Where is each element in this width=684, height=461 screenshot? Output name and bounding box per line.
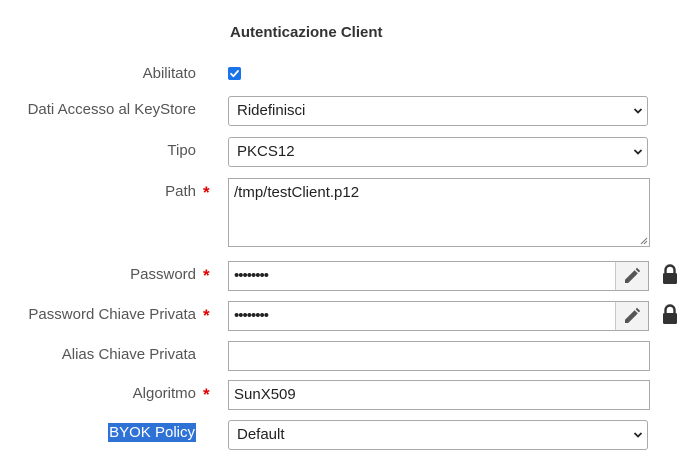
password-required-mark: * <box>203 266 210 285</box>
dati-accesso-select[interactable]: Ridefinisci <box>228 96 648 126</box>
password-chiave-input[interactable]: •••••••• <box>228 301 616 331</box>
resize-grip-icon[interactable] <box>639 236 648 245</box>
section-title: Autenticazione Client <box>230 24 383 41</box>
byok-select[interactable]: Default <box>228 420 648 450</box>
lock-icon[interactable] <box>661 264 679 286</box>
algoritmo-value: SunX509 <box>234 386 296 403</box>
chevron-down-icon <box>633 432 643 438</box>
byok-value: Default <box>237 426 285 443</box>
password-chiave-required-mark: * <box>203 306 210 325</box>
password-chiave-label: Password Chiave Privata <box>28 306 196 323</box>
lock-icon[interactable] <box>661 304 679 326</box>
path-label: Path <box>165 183 196 200</box>
abilitato-checkbox[interactable] <box>228 67 241 80</box>
dati-accesso-label: Dati Accesso al KeyStore <box>27 101 196 118</box>
password-input[interactable]: •••••••• <box>228 261 616 291</box>
algoritmo-input[interactable]: SunX509 <box>228 380 650 410</box>
password-edit-button[interactable] <box>615 261 649 291</box>
algoritmo-required-mark: * <box>203 385 210 404</box>
pencil-icon <box>625 267 641 283</box>
chevron-down-icon <box>633 108 643 114</box>
byok-label: BYOK Policy <box>108 423 196 442</box>
tipo-select[interactable]: PKCS12 <box>228 137 648 167</box>
path-required-mark: * <box>203 183 210 202</box>
password-value: •••••••• <box>234 267 269 284</box>
password-chiave-value: •••••••• <box>234 307 269 324</box>
path-textarea[interactable]: /tmp/testClient.p12 <box>228 178 650 247</box>
abilitato-label: Abilitato <box>142 65 196 82</box>
pencil-icon <box>625 307 641 323</box>
dati-accesso-value: Ridefinisci <box>237 102 306 119</box>
chevron-down-icon <box>633 149 643 155</box>
byok-label-selected-text: BYOK Policy <box>108 423 196 442</box>
tipo-label: Tipo <box>167 142 196 159</box>
path-value: /tmp/testClient.p12 <box>234 184 360 201</box>
alias-input[interactable] <box>228 341 650 371</box>
password-chiave-edit-button[interactable] <box>615 301 649 331</box>
alias-label: Alias Chiave Privata <box>61 346 196 363</box>
password-label: Password <box>130 266 196 283</box>
algoritmo-label: Algoritmo <box>132 385 196 402</box>
tipo-value: PKCS12 <box>237 143 295 160</box>
checkmark-icon <box>230 70 239 78</box>
